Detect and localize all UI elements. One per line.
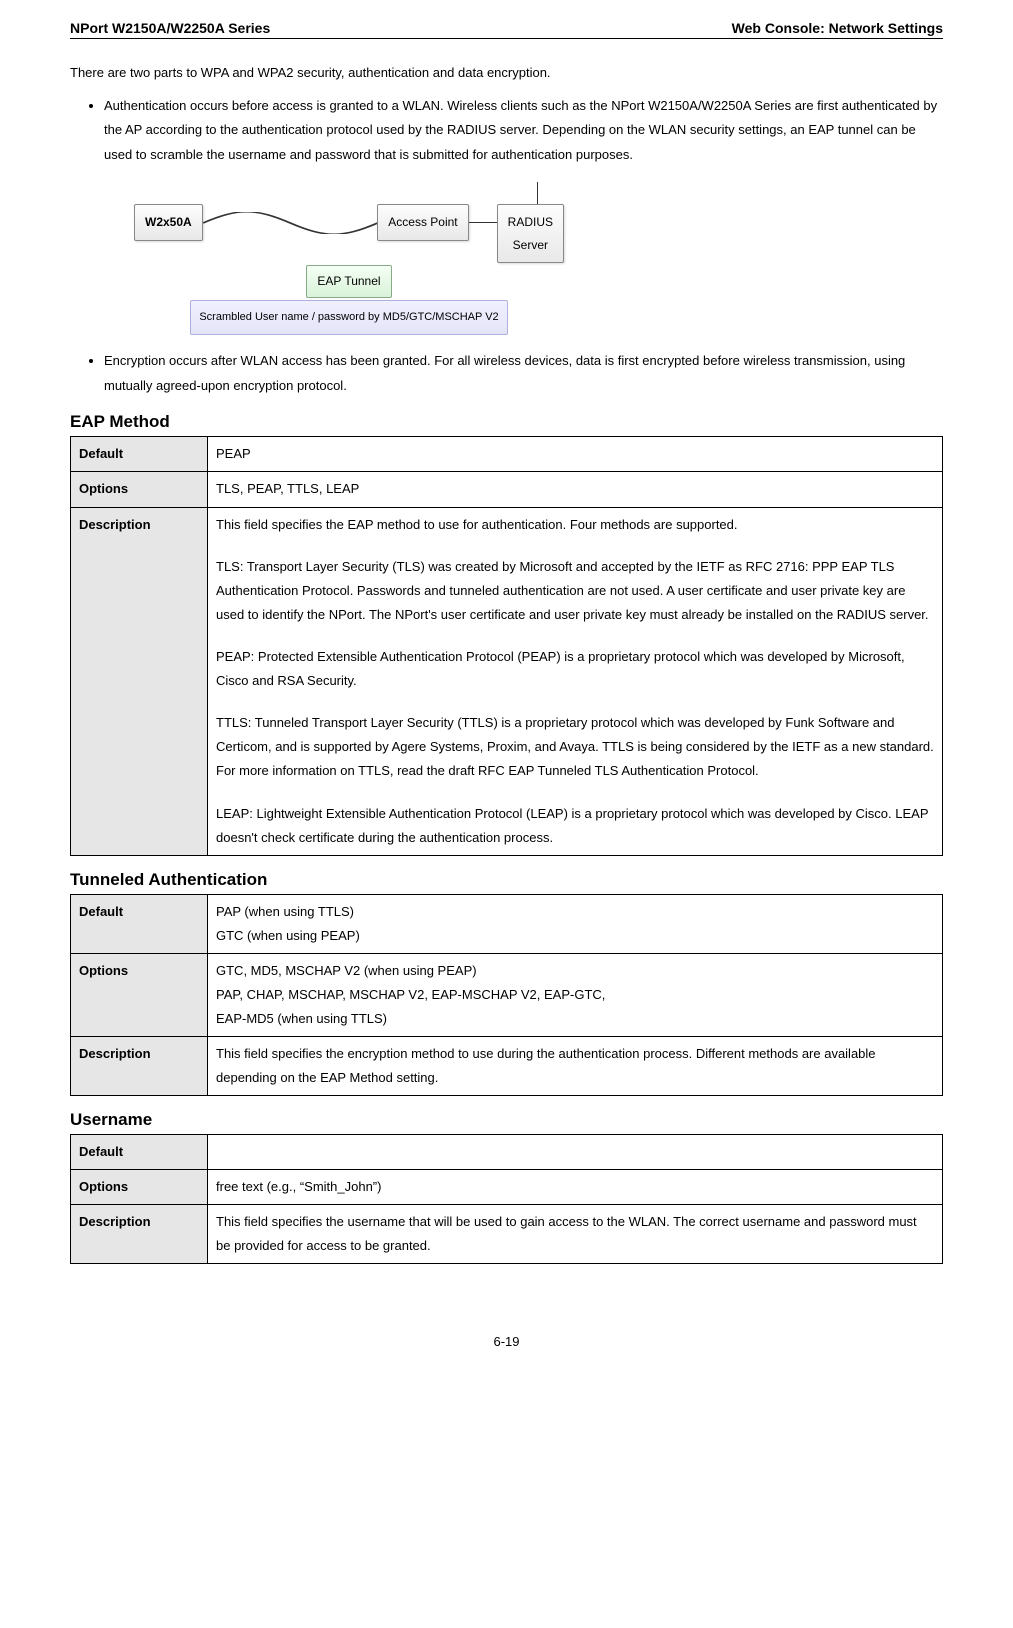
diagram-radius-box: RADIUS Server (497, 204, 564, 264)
bullet-auth-text: Authentication occurs before access is g… (104, 98, 937, 162)
diagram-eap-tunnel: EAP Tunnel (306, 265, 391, 298)
label-default: Default (71, 437, 208, 472)
page-header: NPort W2150A/W2250A Series Web Console: … (70, 20, 943, 39)
label-description: Description (71, 507, 208, 855)
eap-method-table: Default PEAP Options TLS, PEAP, TTLS, LE… (70, 436, 943, 855)
tunneled-default-1: PAP (when using TTLS) (216, 904, 354, 919)
label-default: Default (71, 894, 208, 953)
table-row: Description This field specifies the EAP… (71, 507, 943, 855)
eap-default: PEAP (208, 437, 943, 472)
intro-paragraph: There are two parts to WPA and WPA2 secu… (70, 61, 943, 86)
eap-desc-intro: This field specifies the EAP method to u… (216, 513, 934, 537)
tunneled-options-2: PAP, CHAP, MSCHAP, MSCHAP V2, EAP-MSCHAP… (216, 987, 605, 1002)
username-default (208, 1135, 943, 1170)
table-row: Options TLS, PEAP, TTLS, LEAP (71, 472, 943, 507)
tunneled-options: GTC, MD5, MSCHAP V2 (when using PEAP) PA… (208, 953, 943, 1036)
bullet-encryption: Encryption occurs after WLAN access has … (104, 349, 943, 398)
table-row: Default (71, 1135, 943, 1170)
table-row: Options GTC, MD5, MSCHAP V2 (when using … (71, 953, 943, 1036)
eap-desc-peap: PEAP: Protected Extensible Authenticatio… (216, 645, 934, 693)
tunneled-auth-table: Default PAP (when using TTLS) GTC (when … (70, 894, 943, 1096)
label-description: Description (71, 1205, 208, 1264)
diagram-scramble-box: Scrambled User name / password by MD5/GT… (190, 300, 508, 335)
eap-desc-tls: TLS: Transport Layer Security (TLS) was … (216, 555, 934, 627)
label-options: Options (71, 472, 208, 507)
label-options: Options (71, 1170, 208, 1205)
table-row: Default PAP (when using TTLS) GTC (when … (71, 894, 943, 953)
username-table: Default Options free text (e.g., “Smith_… (70, 1134, 943, 1264)
diagram-device-box: W2x50A (134, 204, 203, 241)
header-right: Web Console: Network Settings (732, 20, 943, 36)
tunneled-default: PAP (when using TTLS) GTC (when using PE… (208, 894, 943, 953)
page-footer: 6-19 (70, 1334, 943, 1349)
table-row: Description This field specifies the enc… (71, 1037, 943, 1096)
eap-desc-ttls: TTLS: Tunneled Transport Layer Security … (216, 711, 934, 783)
eap-options: TLS, PEAP, TTLS, LEAP (208, 472, 943, 507)
tunneled-options-3: EAP-MD5 (when using TTLS) (216, 1011, 387, 1026)
table-row: Default PEAP (71, 437, 943, 472)
eap-method-heading: EAP Method (70, 412, 943, 432)
tunneled-auth-heading: Tunneled Authentication (70, 870, 943, 890)
header-left: NPort W2150A/W2250A Series (70, 20, 270, 36)
wireless-wave-icon (203, 212, 378, 234)
tunneled-options-1: GTC, MD5, MSCHAP V2 (when using PEAP) (216, 963, 477, 978)
eap-desc-leap: LEAP: Lightweight Extensible Authenticat… (216, 802, 934, 850)
diagram-line-icon (469, 222, 497, 223)
username-heading: Username (70, 1110, 943, 1130)
radius-label-1: RADIUS (508, 215, 553, 229)
table-row: Options free text (e.g., “Smith_John”) (71, 1170, 943, 1205)
tunneled-default-2: GTC (when using PEAP) (216, 928, 360, 943)
label-description: Description (71, 1037, 208, 1096)
username-description: This field specifies the username that w… (208, 1205, 943, 1264)
diagram-line-v-icon (537, 182, 538, 204)
username-options: free text (e.g., “Smith_John”) (208, 1170, 943, 1205)
bullet-list: Authentication occurs before access is g… (70, 94, 943, 399)
tunneled-description: This field specifies the encryption meth… (208, 1037, 943, 1096)
diagram-ap-box: Access Point (377, 204, 468, 241)
radius-label-2: Server (513, 238, 548, 252)
auth-diagram: W2x50A Access Point RADIUS Server (134, 182, 564, 335)
table-row: Description This field specifies the use… (71, 1205, 943, 1264)
eap-description: This field specifies the EAP method to u… (208, 507, 943, 855)
label-options: Options (71, 953, 208, 1036)
bullet-authentication: Authentication occurs before access is g… (104, 94, 943, 335)
label-default: Default (71, 1135, 208, 1170)
